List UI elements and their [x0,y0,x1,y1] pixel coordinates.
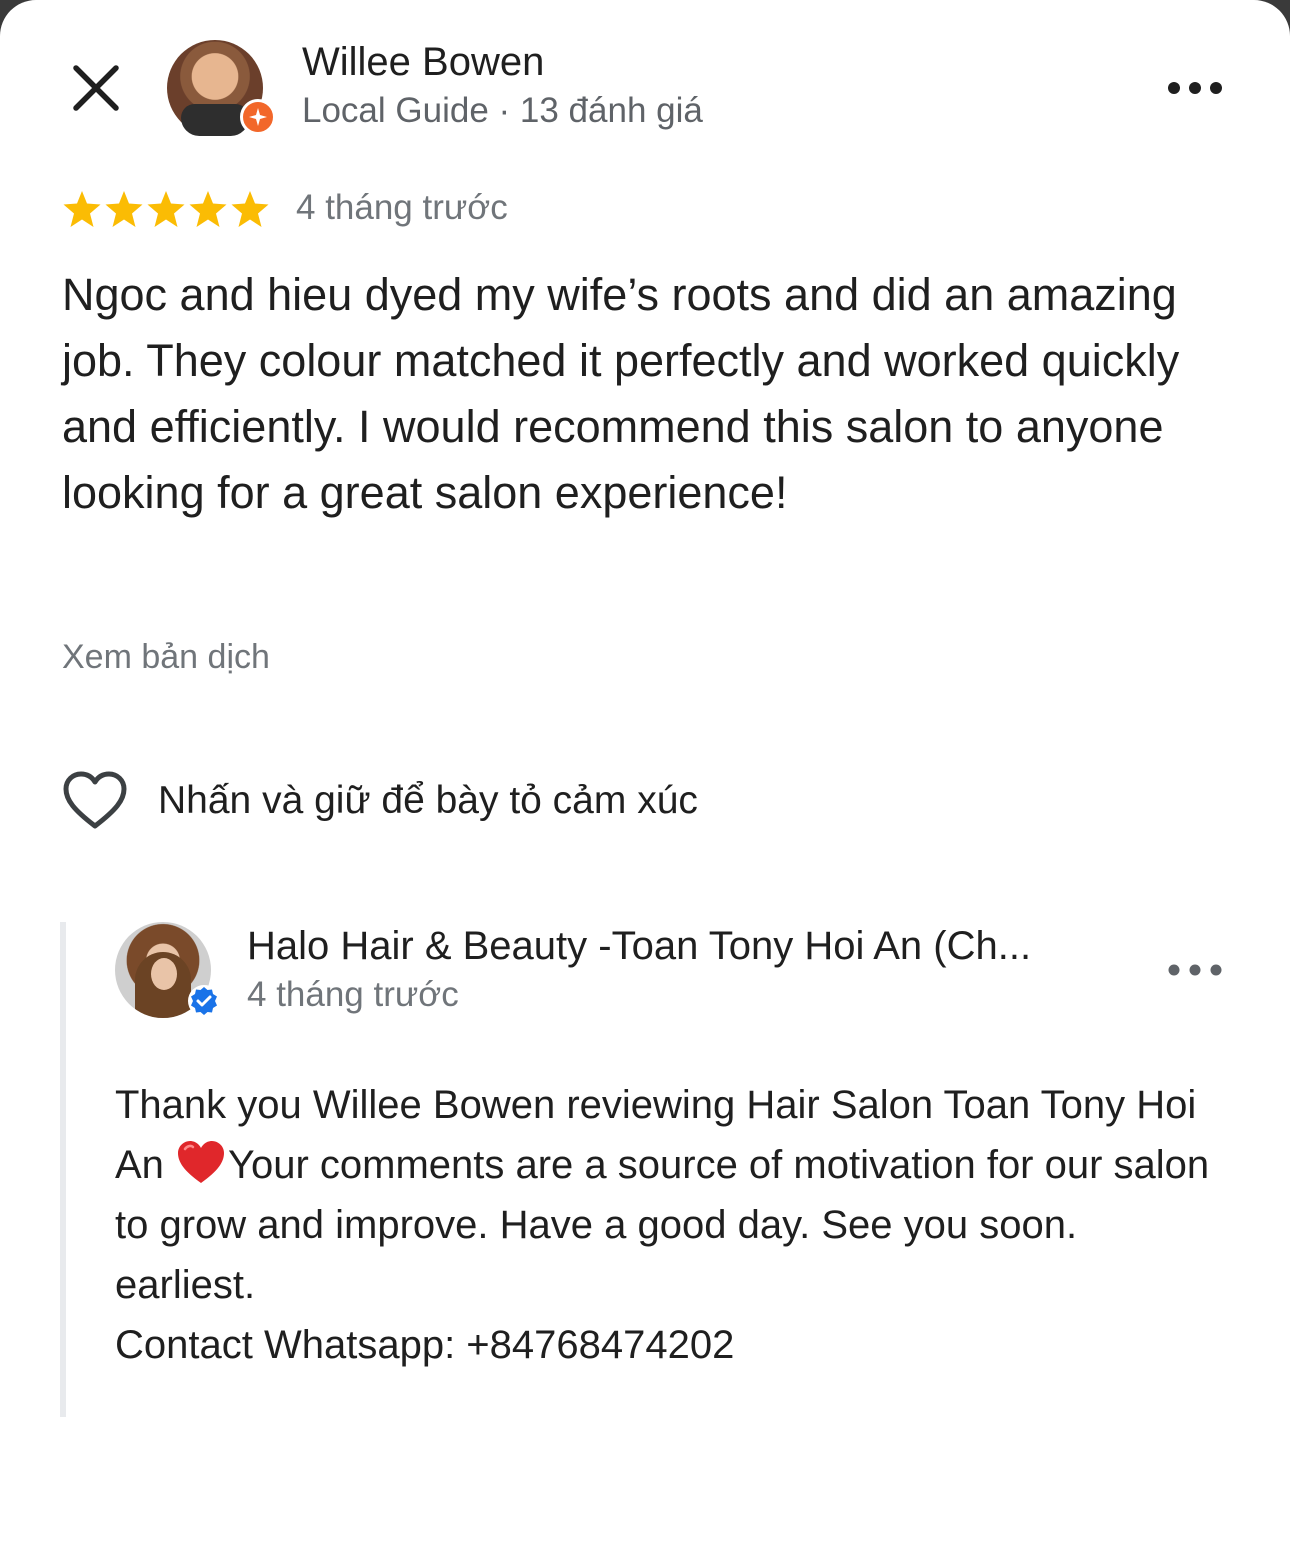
star-rating [62,189,270,229]
review-sheet: Willee Bowen Local Guide · 13 đánh giá 4… [0,0,1290,1546]
close-icon [73,65,119,111]
reply-indent-bar [60,922,66,1417]
more-icon [1168,82,1222,94]
review-text: Ngoc and hieu dyed my wife’s roots and d… [62,269,1180,518]
contact-whatsapp[interactable]: Contact Whatsapp: +84768474202 [115,1323,734,1367]
red-heart-emoji [177,1141,224,1183]
star-icon [63,191,101,227]
reviewer-name[interactable]: Willee Bowen [302,40,544,85]
close-button[interactable] [66,58,126,118]
star-icon [231,191,269,227]
star-icon [105,191,143,227]
local-guide-badge-icon [240,99,276,135]
star-icon [189,191,227,227]
see-translation-link[interactable]: Xem bản dịch [62,638,270,677]
review-time: 4 tháng trước [296,188,508,227]
more-icon [1168,964,1222,976]
star-icon [147,191,185,227]
reviewer-meta: Local Guide · 13 đánh giá [302,91,703,130]
reply-text-part2: Your comments are a source of motivation… [115,1143,1210,1307]
owner-reply-time: 4 tháng trước [247,975,459,1014]
verified-icon [188,985,220,1017]
owner-name[interactable]: Halo Hair & Beauty -Toan Tony Hoi An (Ch… [247,924,1117,969]
review-more-options-button[interactable] [1160,70,1230,106]
reaction-button[interactable]: Nhấn và giữ để bày tỏ cảm xúc [62,770,698,832]
heart-outline-icon [63,771,127,829]
reply-more-options-button[interactable] [1160,952,1230,988]
reaction-label: Nhấn và giữ để bày tỏ cảm xúc [158,779,698,822]
owner-reply-text: Thank you Willee Bowen reviewing Hair Sa… [115,1075,1225,1375]
